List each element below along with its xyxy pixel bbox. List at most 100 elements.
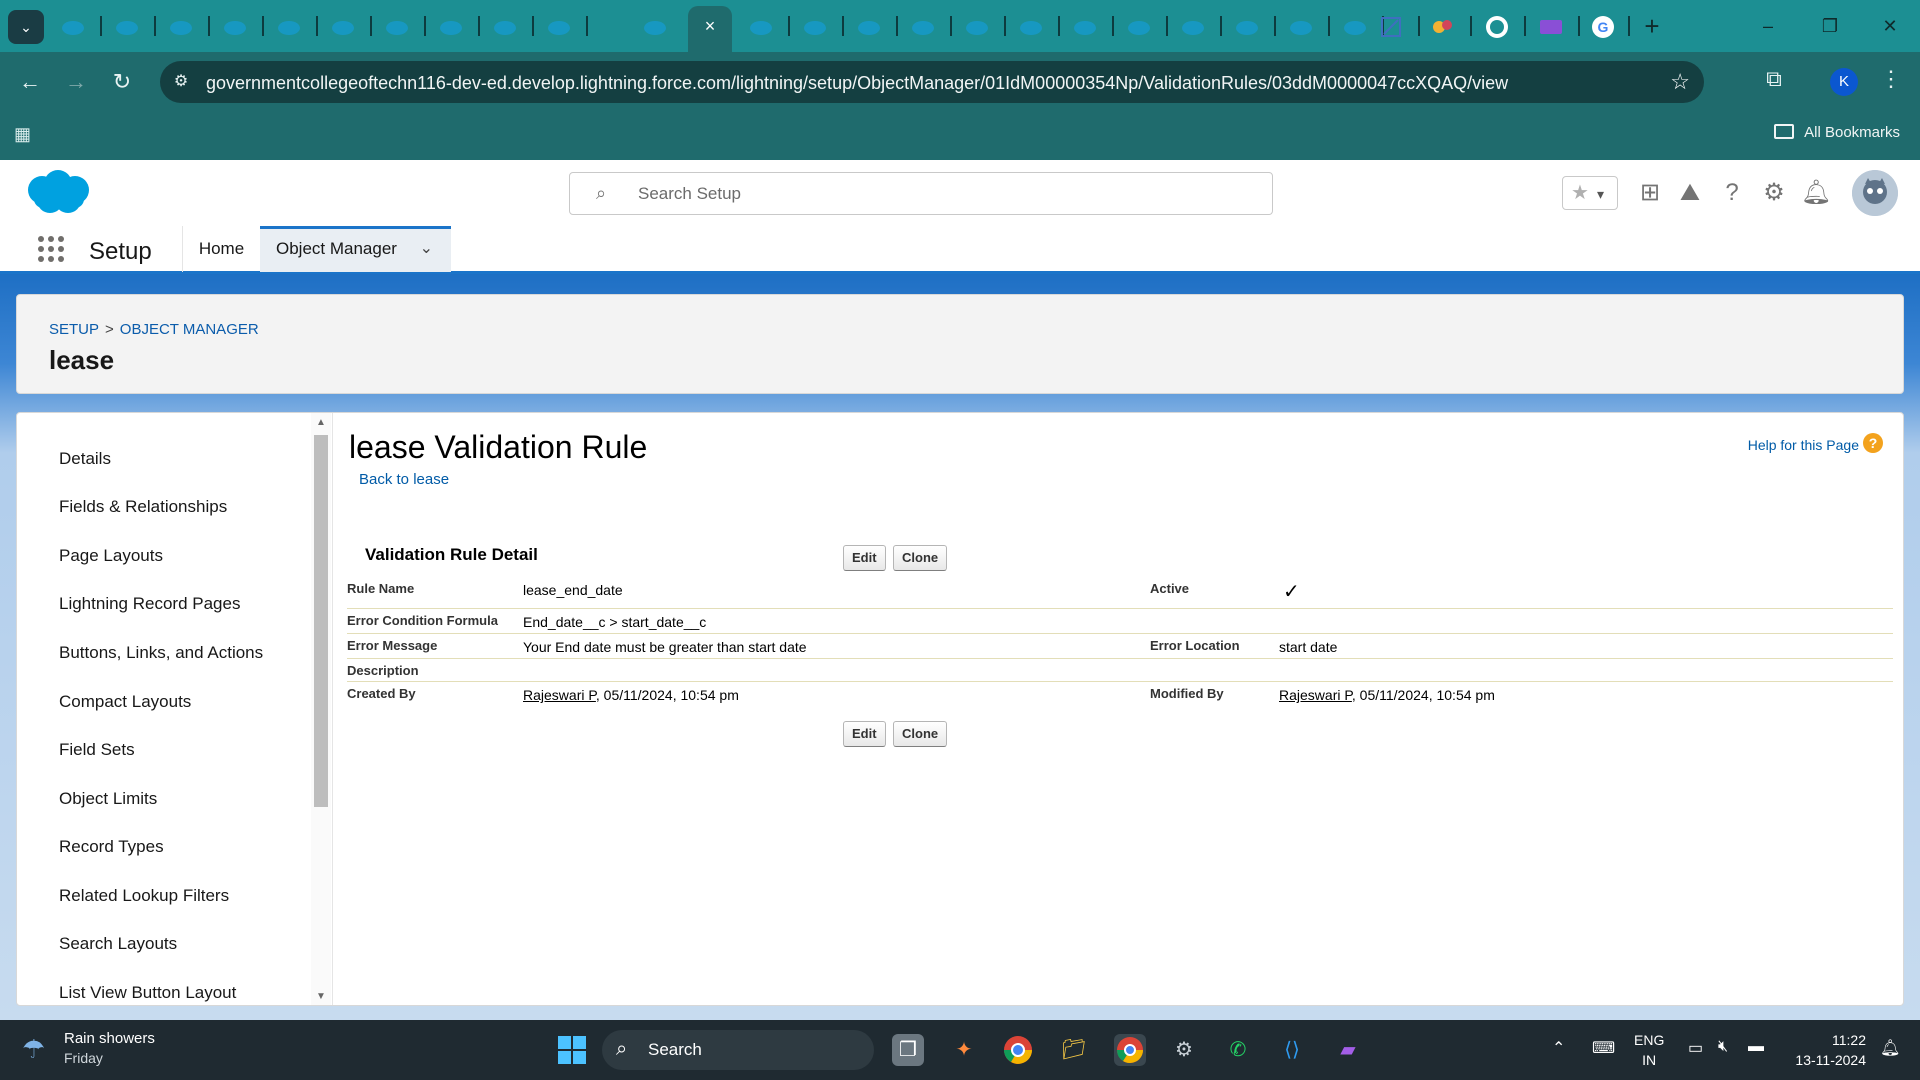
salesforce-cloud-icon[interactable] xyxy=(748,14,774,40)
extensions-icon[interactable]: ⧉ xyxy=(1760,66,1788,94)
restore-icon[interactable]: ❐ xyxy=(1810,12,1850,40)
left-nav-item-fields-relationships[interactable]: Fields & Relationships xyxy=(59,497,227,517)
breadcrumb-setup-link[interactable]: SETUP xyxy=(49,321,99,338)
left-nav-item-related-lookup-filters[interactable]: Related Lookup Filters xyxy=(59,886,229,906)
salesforce-cloud-icon[interactable] xyxy=(114,14,140,40)
salesforce-cloud-icon[interactable] xyxy=(1072,14,1098,40)
bookmark-star-icon[interactable]: ☆ xyxy=(1670,69,1690,95)
back-arrow-icon[interactable]: ← xyxy=(14,66,46,98)
back-to-lease-link[interactable]: Back to lease xyxy=(359,471,449,488)
colorful-tab-icon[interactable] xyxy=(1430,14,1456,40)
clipchamp-icon[interactable]: ▰ xyxy=(1332,1034,1364,1066)
salesforce-cloud-icon[interactable] xyxy=(856,14,882,40)
taskbar-search[interactable]: ⌕ Search xyxy=(602,1030,874,1070)
left-nav-item-buttons-links-actions[interactable]: Buttons, Links, and Actions xyxy=(59,643,263,663)
forward-arrow-icon[interactable]: → xyxy=(60,66,92,98)
all-bookmarks-button[interactable]: All Bookmarks xyxy=(1774,124,1900,141)
chrome-profile-icon[interactable] xyxy=(1114,1034,1146,1066)
salesforce-cloud-icon[interactable] xyxy=(1288,14,1314,40)
breadcrumb-object-manager-link[interactable]: OBJECT MANAGER xyxy=(120,321,259,338)
scroll-down-arrow-icon[interactable]: ▼ xyxy=(315,991,327,1003)
left-nav-item-search-layouts[interactable]: Search Layouts xyxy=(59,934,177,954)
salesforce-cloud-icon[interactable] xyxy=(1126,14,1152,40)
salesforce-cloud-icon[interactable] xyxy=(276,14,302,40)
minimize-icon[interactable]: – xyxy=(1748,12,1788,40)
chrome-icon[interactable] xyxy=(1002,1034,1034,1066)
favorites-button[interactable]: ★ ▾ xyxy=(1562,176,1618,210)
salesforce-cloud-icon[interactable] xyxy=(1234,14,1260,40)
salesforce-cloud-icon[interactable] xyxy=(1018,14,1044,40)
new-tab-button[interactable]: + xyxy=(1638,12,1666,40)
profile-avatar[interactable]: K xyxy=(1830,68,1858,96)
left-nav-item-lightning-record-pages[interactable]: Lightning Record Pages xyxy=(59,594,240,614)
copilot-icon[interactable]: ✦ xyxy=(948,1034,980,1066)
site-info-icon[interactable]: ⚙ xyxy=(170,71,192,93)
edit-button-bottom[interactable]: Edit xyxy=(843,721,886,747)
left-nav-item-compact-layouts[interactable]: Compact Layouts xyxy=(59,692,191,712)
modified-by-user-link[interactable]: Rajeswari P xyxy=(1279,687,1352,703)
salesforce-cloud-icon[interactable] xyxy=(492,14,518,40)
url-text[interactable]: governmentcollegeoftechn116-dev-ed.devel… xyxy=(206,73,1508,94)
app-tab-icon[interactable] xyxy=(1378,14,1404,40)
battery-icon[interactable]: ▬ xyxy=(1748,1038,1764,1056)
salesforce-cloud-icon[interactable] xyxy=(1180,14,1206,40)
settings-gear-icon[interactable]: ⚙ xyxy=(1168,1034,1200,1066)
user-avatar[interactable] xyxy=(1852,170,1898,216)
nav-tab-home[interactable]: Home xyxy=(182,226,260,272)
help-for-page-link[interactable]: Help for this Page xyxy=(1748,437,1859,453)
language-indicator[interactable]: ENG IN xyxy=(1634,1030,1664,1070)
scrollbar-thumb[interactable] xyxy=(314,435,328,807)
salesforce-cloud-icon[interactable] xyxy=(168,14,194,40)
salesforce-cloud-icon[interactable] xyxy=(330,14,356,40)
vscode-icon[interactable]: ⟨⟩ xyxy=(1276,1034,1308,1066)
keyboard-icon[interactable]: ⌨ xyxy=(1592,1038,1615,1058)
help-question-icon[interactable]: ? xyxy=(1863,433,1883,453)
windows-start-icon[interactable] xyxy=(556,1034,588,1066)
taskbar-clock[interactable]: 11:22 13-11-2024 xyxy=(1795,1030,1866,1070)
active-tab-close-button[interactable]: × xyxy=(688,6,732,52)
trailhead-icon[interactable]: ⛰ xyxy=(1674,176,1706,210)
volume-muted-icon[interactable]: 🔇︎ xyxy=(1718,1038,1728,1056)
salesforce-logo[interactable] xyxy=(20,166,96,220)
task-view-icon[interactable]: ❐ xyxy=(892,1034,924,1066)
left-nav-item-record-types[interactable]: Record Types xyxy=(59,837,164,857)
scroll-up-arrow-icon[interactable]: ▲ xyxy=(315,417,327,429)
salesforce-cloud-icon[interactable] xyxy=(802,14,828,40)
left-nav-item-page-layouts[interactable]: Page Layouts xyxy=(59,546,163,566)
question-icon[interactable]: ? xyxy=(1716,176,1748,210)
salesforce-cloud-icon[interactable] xyxy=(60,14,86,40)
google-icon[interactable]: G xyxy=(1590,14,1616,40)
bell-icon[interactable]: 🔔︎ xyxy=(1800,176,1832,210)
salesforce-cloud-icon[interactable] xyxy=(642,14,668,40)
network-icon[interactable]: ▭ xyxy=(1688,1038,1703,1058)
left-nav-item-object-limits[interactable]: Object Limits xyxy=(59,789,157,809)
setup-search-box[interactable]: ⌕ xyxy=(569,172,1273,215)
salesforce-cloud-icon[interactable] xyxy=(910,14,936,40)
chevron-down-icon[interactable]: ⌄ xyxy=(420,229,433,269)
notification-bell-icon[interactable]: 🔔︎ xyxy=(1880,1038,1900,1058)
salesforce-cloud-icon[interactable] xyxy=(546,14,572,40)
purple-app-tab-icon[interactable] xyxy=(1538,14,1564,40)
gear-icon[interactable]: ⚙ xyxy=(1758,176,1790,210)
left-nav-scrollbar[interactable]: ▲ ▼ xyxy=(311,413,331,1005)
salesforce-cloud-icon[interactable] xyxy=(1342,14,1368,40)
clone-button-bottom[interactable]: Clone xyxy=(893,721,948,747)
global-actions-icon[interactable]: ⊞ xyxy=(1634,176,1666,210)
tab-search-button[interactable]: ⌄ xyxy=(8,10,44,44)
salesforce-cloud-icon[interactable] xyxy=(384,14,410,40)
edit-button-top[interactable]: Edit xyxy=(843,545,886,571)
whatsapp-icon[interactable]: ✆ xyxy=(1222,1034,1254,1066)
left-nav-item-list-view-button-layout[interactable]: List View Button Layout xyxy=(59,983,236,1003)
show-hidden-icons-chevron-icon[interactable]: ⌃ xyxy=(1552,1038,1565,1058)
github-icon[interactable] xyxy=(1484,14,1510,40)
nav-tab-object-manager[interactable]: Object Manager ⌄ xyxy=(260,226,451,272)
app-launcher-icon[interactable] xyxy=(38,236,66,264)
search-input[interactable] xyxy=(638,181,1238,207)
left-nav-item-details[interactable]: Details xyxy=(59,449,111,469)
created-by-user-link[interactable]: Rajeswari P xyxy=(523,687,596,703)
reload-icon[interactable]: ↻ xyxy=(106,66,138,98)
salesforce-cloud-icon[interactable] xyxy=(438,14,464,40)
salesforce-cloud-icon[interactable] xyxy=(964,14,990,40)
clone-button-top[interactable]: Clone xyxy=(893,545,948,571)
file-explorer-icon[interactable]: 📁︎ xyxy=(1058,1034,1090,1066)
